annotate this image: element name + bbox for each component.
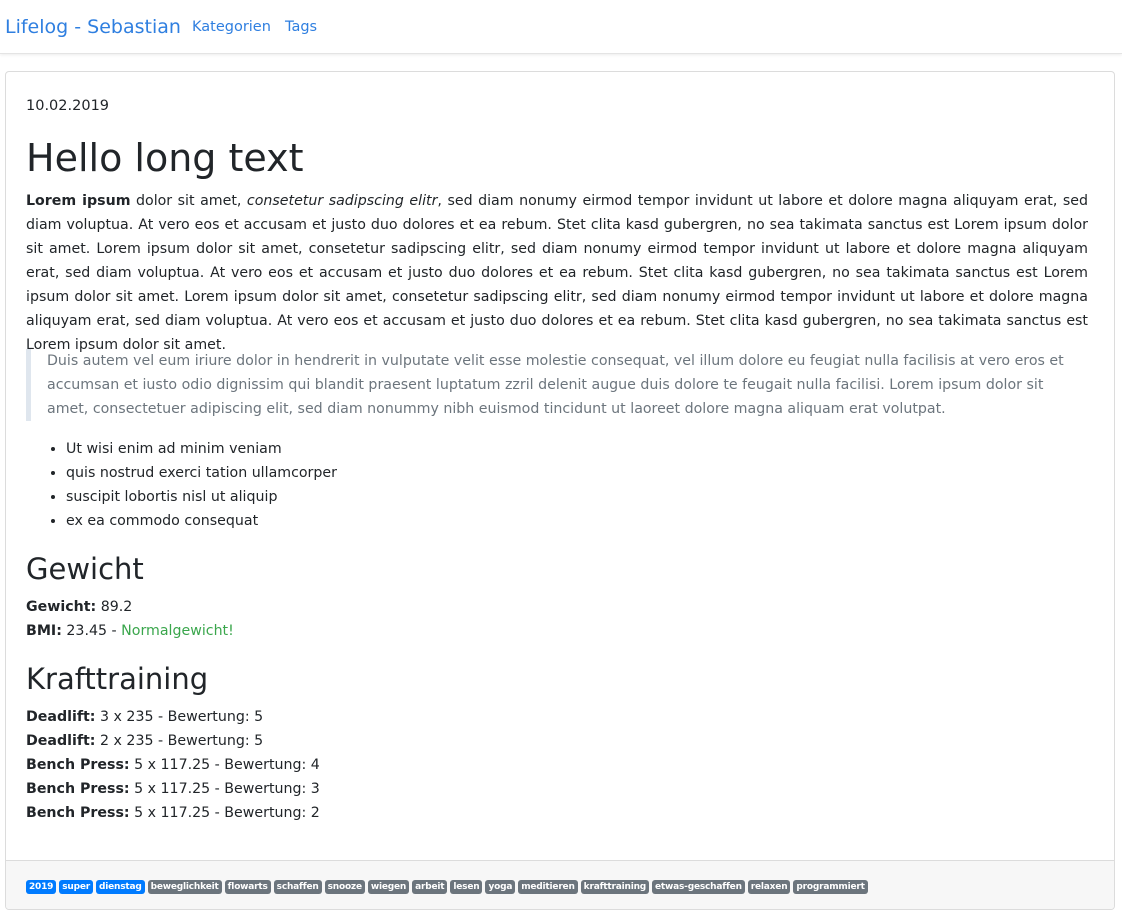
navbar: Lifelog - Sebastian Kategorien Tags [0,0,1122,54]
strength-heading: Krafttraining [26,662,209,696]
paragraph-text-rest: , sed diam nonumy eirmod tempor invidunt… [26,193,1088,353]
nav-link-kategorien[interactable]: Kategorien [192,17,271,37]
tag-badge-programmiert[interactable]: programmiert [793,880,868,894]
tag-badge-arbeit[interactable]: arbeit [412,880,448,894]
weight-label: Gewicht: [26,599,97,615]
exercise-label: Bench Press: [26,805,130,821]
tag-badge-flowarts[interactable]: flowarts [224,880,271,894]
tag-badge-etwas-geschaffen[interactable]: etwas-geschaffen [652,880,745,894]
exercise-detail: 5 x 117.25 - Bewertung: 4 [129,757,320,773]
list-item: quis nostrud exerci tation ullamcorper [66,461,337,485]
tag-badge-super[interactable]: super [59,880,93,894]
tag-badge-krafttraining[interactable]: krafttraining [580,880,650,894]
tag-badge-schaffen[interactable]: schaffen [273,880,322,894]
paragraph-italic-text: consetetur sadipscing elitr [246,193,438,209]
bmi-value: 23.45 - [61,623,122,639]
tag-list: 2019 super dienstag beweglichkeit flowar… [26,880,871,894]
entry-blockquote: Duis autem vel eum iriure dolor in hendr… [26,349,1088,421]
strength-set-row: Bench Press: 5 x 117.25 - Bewertung: 4 [26,753,320,777]
exercise-detail: 2 x 235 - Bewertung: 5 [95,733,264,749]
entry-date: 10.02.2019 [26,98,110,114]
strength-set-row: Bench Press: 5 x 117.25 - Bewertung: 2 [26,801,320,825]
exercise-detail: 3 x 235 - Bewertung: 5 [95,709,264,725]
bmi-label: BMI: [26,623,62,639]
tag-badge-yoga[interactable]: yoga [485,880,516,894]
paragraph-text: dolor sit amet, [130,193,247,209]
tag-badge-snooze[interactable]: snooze [324,880,365,894]
exercise-label: Bench Press: [26,757,130,773]
strength-set-row: Deadlift: 3 x 235 - Bewertung: 5 [26,705,263,729]
tag-badge-wiegen[interactable]: wiegen [367,880,410,894]
weight-value: 89.2 [96,599,133,615]
entry-card: 10.02.2019 Hello long text Lorem ipsum d… [5,71,1115,910]
list-item: Ut wisi enim ad minim veniam [66,437,337,461]
tag-badge-2019[interactable]: 2019 [26,880,57,894]
tag-badge-lesen[interactable]: lesen [450,880,483,894]
list-item: ex ea commodo consequat [66,509,337,533]
entry-footer: 2019 super dienstag beweglichkeit flowar… [6,860,1114,909]
tag-badge-relaxen[interactable]: relaxen [747,880,791,894]
tag-badge-meditieren[interactable]: meditieren [518,880,578,894]
paragraph-bold-text: Lorem ipsum [26,193,131,209]
brand-link[interactable]: Lifelog - Sebastian [5,14,181,40]
weight-line: Gewicht: 89.2 [26,595,132,619]
entry-list: Ut wisi enim ad minim veniam quis nostru… [26,437,337,533]
bmi-status: Normalgewicht! [121,623,234,639]
exercise-detail: 5 x 117.25 - Bewertung: 2 [129,805,320,821]
exercise-label: Bench Press: [26,781,130,797]
exercise-label: Deadlift: [26,709,96,725]
bmi-line: BMI: 23.45 - Normalgewicht! [26,619,234,643]
weight-heading: Gewicht [26,552,144,586]
strength-set-row: Deadlift: 2 x 235 - Bewertung: 5 [26,729,263,753]
tag-badge-dienstag[interactable]: dienstag [96,880,145,894]
exercise-label: Deadlift: [26,733,96,749]
nav-link-tags[interactable]: Tags [285,17,317,37]
strength-set-row: Bench Press: 5 x 117.25 - Bewertung: 3 [26,777,320,801]
list-item: suscipit lobortis nisl ut aliquip [66,485,337,509]
entry-paragraph: Lorem ipsum dolor sit amet, consetetur s… [26,189,1088,357]
exercise-detail: 5 x 117.25 - Bewertung: 3 [129,781,320,797]
tag-badge-beweglichkeit[interactable]: beweglichkeit [147,880,222,894]
entry-title: Hello long text [26,136,304,180]
